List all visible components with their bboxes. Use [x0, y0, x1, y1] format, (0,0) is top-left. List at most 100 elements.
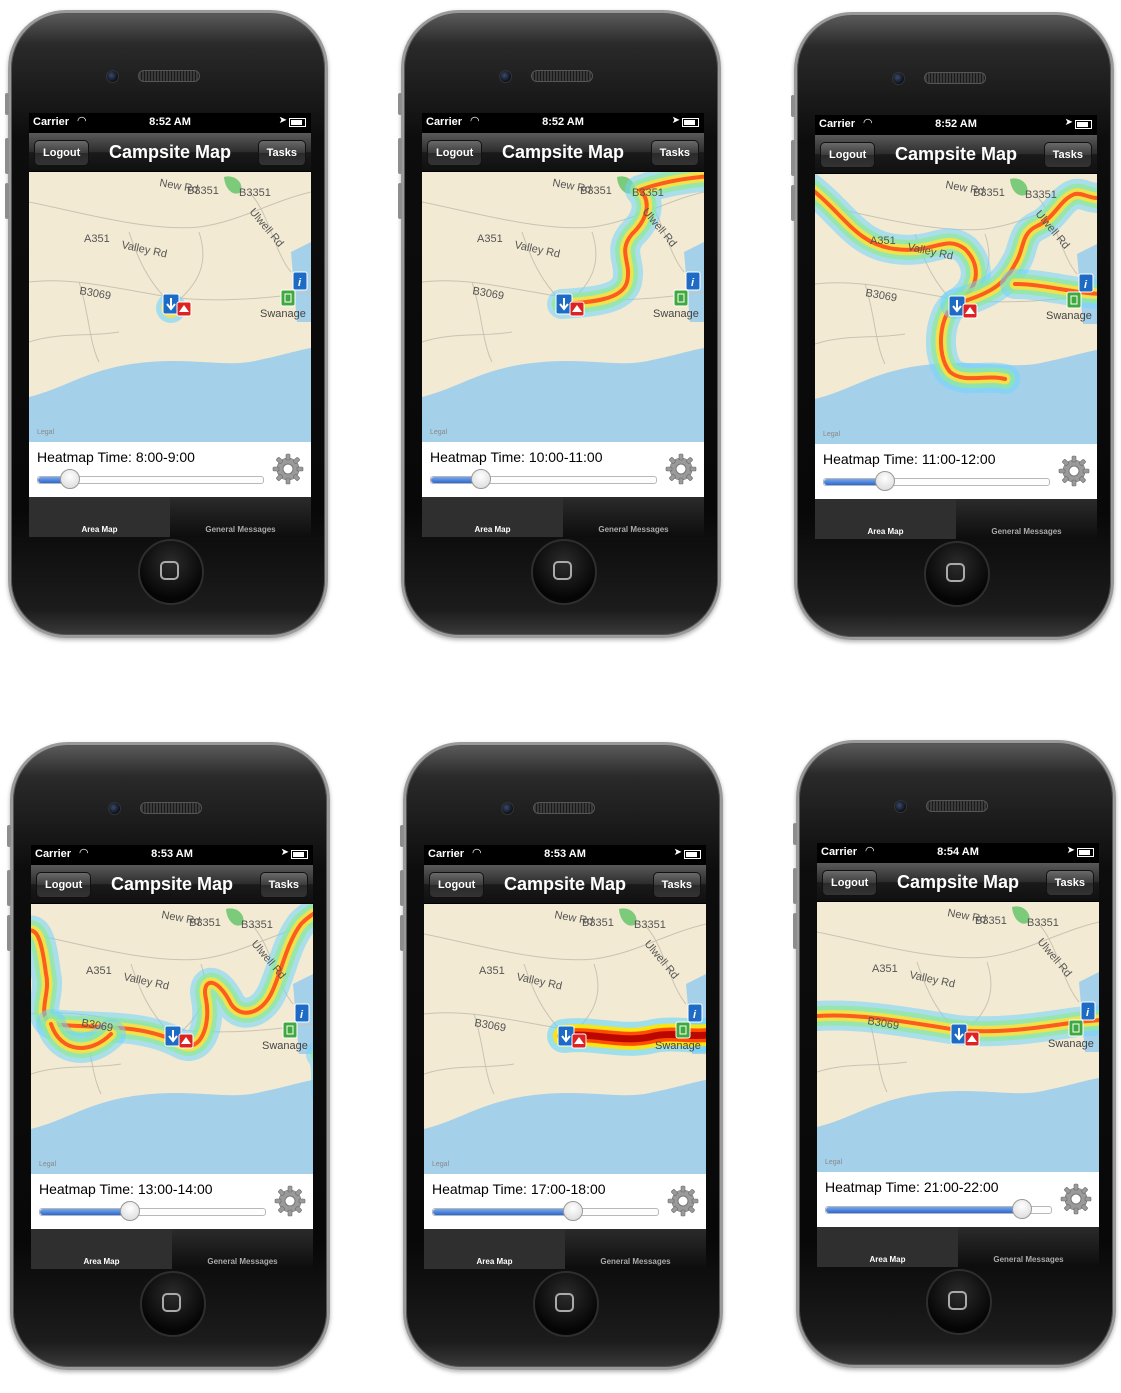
tasks-button[interactable]: Tasks	[259, 872, 308, 898]
home-square-icon	[553, 561, 572, 580]
area-map[interactable]: New Rd B3351 B3351 Ulwell Rd A351 Valley…	[29, 172, 311, 442]
tab-area-map[interactable]: Area Map	[424, 1229, 565, 1269]
map-label-ulwell: Ulwell Rd	[642, 938, 681, 981]
status-bar: Carrier ◠ 8:52 AM ➤	[29, 113, 311, 133]
tab-general-messages[interactable]: General Messages	[956, 499, 1097, 539]
shop-pin-icon	[280, 289, 296, 307]
heatmap-time-slider[interactable]	[823, 471, 1050, 491]
tab-bar: Area Map General Messages	[29, 497, 311, 537]
tab-general-messages[interactable]: General Messages	[563, 497, 704, 537]
phone-screen: Carrier ◠ 8:53 AM ➤ Logout Campsite Map …	[31, 845, 313, 1269]
mute-switch	[5, 93, 9, 115]
shop-pin-icon	[673, 289, 689, 307]
heatmap-time-slider[interactable]	[432, 1201, 659, 1221]
area-map[interactable]: New Rd B3351 B3351 Ulwell Rd A351 Valley…	[815, 174, 1097, 444]
tab-area-map-label: Area Map	[474, 525, 511, 534]
tab-area-map[interactable]: Area Map	[817, 1227, 958, 1267]
tab-bar: Area Map General Messages	[31, 1229, 313, 1269]
sea-area	[817, 1078, 1099, 1172]
tab-area-map-label: Area Map	[869, 1255, 906, 1264]
slider-thumb[interactable]	[470, 469, 491, 489]
map-canvas: New Rd B3351 B3351 Ulwell Rd A351 Valley…	[424, 908, 706, 1174]
settings-gear-icon[interactable]	[271, 452, 305, 486]
map-label-b3351: B3351	[582, 917, 614, 929]
area-map[interactable]: New Rd B3351 B3351 Ulwell Rd A351 Valley…	[31, 904, 313, 1174]
tasks-button[interactable]: Tasks	[652, 872, 701, 898]
heatmap-controls: Heatmap Time: 21:00-22:00	[817, 1172, 1099, 1227]
navigation-bar: Logout Campsite Map Tasks	[424, 865, 706, 904]
settings-gear-icon[interactable]	[1059, 1182, 1093, 1216]
volume-down-button	[398, 183, 402, 219]
front-camera	[892, 72, 905, 85]
tab-bar: Area Map General Messages	[422, 497, 704, 537]
campsite-pin-icon	[162, 293, 192, 317]
settings-gear-icon[interactable]	[1057, 454, 1091, 488]
settings-gear-icon[interactable]	[273, 1184, 307, 1218]
tasks-button[interactable]: Tasks	[1043, 142, 1092, 168]
tab-area-map-label: Area Map	[867, 527, 904, 536]
heatmap-time-label: Heatmap Time: 10:00-11:00	[430, 449, 603, 465]
earpiece-speaker	[531, 70, 593, 82]
slider-thumb[interactable]	[1011, 1199, 1032, 1219]
volume-up-button	[7, 870, 11, 906]
mute-switch	[7, 825, 11, 847]
heatmap-time-slider[interactable]	[430, 469, 657, 489]
status-time: 8:52 AM	[542, 116, 584, 128]
tab-area-map[interactable]: Area Map	[422, 497, 563, 537]
area-map[interactable]: New Rd B3351 B3351 Ulwell Rd A351 Valley…	[817, 902, 1099, 1172]
tab-area-map[interactable]: Area Map	[31, 1229, 172, 1269]
slider-thumb[interactable]	[59, 469, 80, 489]
status-bar: Carrier ◠ 8:52 AM ➤	[815, 115, 1097, 135]
settings-gear-icon[interactable]	[666, 1184, 700, 1218]
settings-gear-icon[interactable]	[664, 452, 698, 486]
home-button[interactable]	[926, 1269, 992, 1335]
front-camera	[894, 800, 907, 813]
status-bar: Carrier ◠ 8:54 AM ➤	[817, 843, 1099, 863]
home-square-icon	[160, 561, 179, 580]
navigation-bar: Logout Campsite Map Tasks	[422, 133, 704, 172]
map-label-a351: A351	[872, 963, 898, 975]
location-arrow-icon: ➤	[280, 847, 289, 858]
volume-down-button	[5, 183, 9, 219]
heatmap-time-slider[interactable]	[37, 469, 264, 489]
heatmap-time-slider[interactable]	[825, 1199, 1052, 1219]
slider-thumb[interactable]	[874, 471, 895, 491]
home-button[interactable]	[531, 539, 597, 605]
tab-area-map[interactable]: Area Map	[815, 499, 956, 539]
earpiece-speaker	[926, 800, 988, 812]
info-pin-icon: i	[1080, 1001, 1096, 1021]
home-button[interactable]	[140, 1271, 206, 1337]
tab-general-messages[interactable]: General Messages	[565, 1229, 706, 1269]
tab-general-messages[interactable]: General Messages	[172, 1229, 313, 1269]
map-canvas: New Rd B3351 B3351 Ulwell Rd A351 Valley…	[817, 906, 1099, 1172]
iphone-frame-3: Carrier ◠ 8:52 AM ➤ Logout Campsite Map …	[791, 12, 1114, 640]
battery-icon	[682, 118, 699, 127]
mute-switch	[791, 95, 795, 117]
home-button[interactable]	[138, 539, 204, 605]
phone-screen: Carrier ◠ 8:54 AM ➤ Logout Campsite Map …	[817, 843, 1099, 1267]
tab-general-messages-label: General Messages	[205, 525, 276, 534]
slider-thumb[interactable]	[562, 1201, 583, 1221]
tasks-button[interactable]: Tasks	[1045, 870, 1094, 896]
volume-down-button	[400, 915, 404, 951]
sea-area	[31, 1080, 313, 1174]
tab-general-messages[interactable]: General Messages	[958, 1227, 1099, 1267]
heatmap-time-slider[interactable]	[39, 1201, 266, 1221]
battery-icon	[289, 118, 306, 127]
tasks-button[interactable]: Tasks	[257, 140, 306, 166]
area-map[interactable]: New Rd B3351 B3351 Ulwell Rd A351 Valley…	[422, 172, 704, 442]
home-button[interactable]	[533, 1271, 599, 1337]
battery-icon	[291, 850, 308, 859]
volume-down-button	[7, 915, 11, 951]
tasks-button[interactable]: Tasks	[650, 140, 699, 166]
home-button[interactable]	[924, 541, 990, 607]
tab-area-map[interactable]: Area Map	[29, 497, 170, 537]
mute-switch	[400, 825, 404, 847]
tab-general-messages[interactable]: General Messages	[170, 497, 311, 537]
area-map[interactable]: New Rd B3351 B3351 Ulwell Rd A351 Valley…	[424, 904, 706, 1174]
slider-thumb[interactable]	[120, 1201, 140, 1221]
shop-pin-icon	[282, 1021, 298, 1039]
volume-up-button	[793, 868, 797, 904]
volume-up-button	[400, 870, 404, 906]
status-time: 8:54 AM	[937, 846, 979, 858]
